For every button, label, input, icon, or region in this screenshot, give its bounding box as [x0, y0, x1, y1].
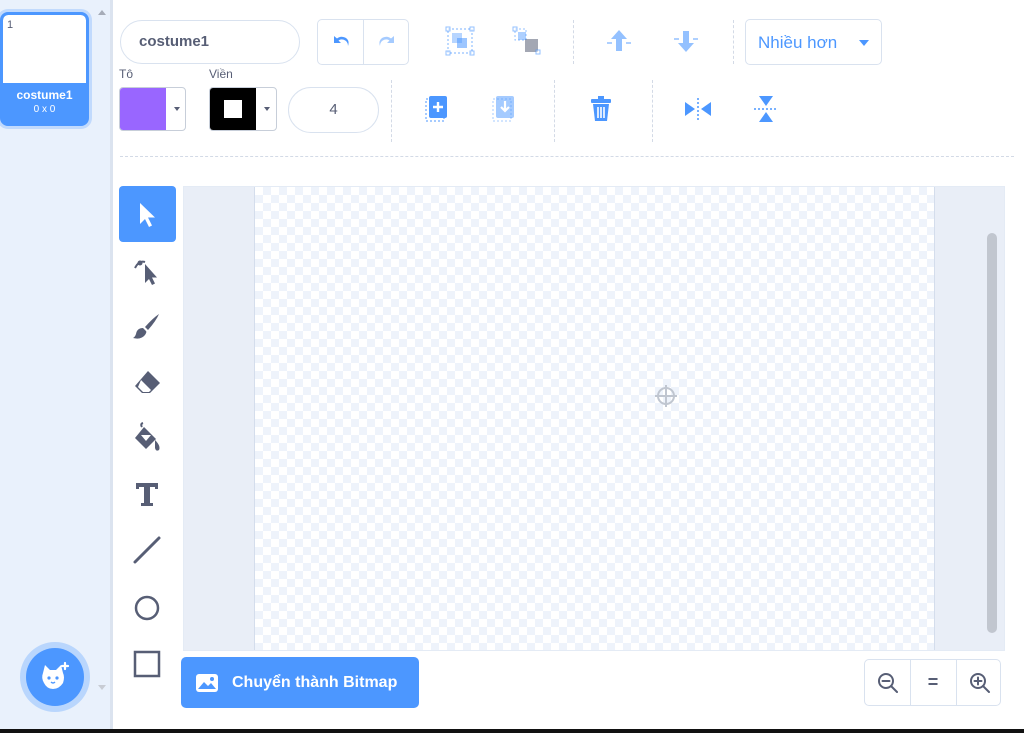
- tool-brush[interactable]: [119, 298, 176, 354]
- costume-list-scrollbar[interactable]: [93, 0, 110, 733]
- chevron-down-icon: [859, 40, 869, 46]
- fill-color-picker[interactable]: [119, 87, 186, 131]
- costume-number: 1: [7, 19, 14, 31]
- reshape-icon: [134, 260, 157, 285]
- copy-button[interactable]: [421, 92, 455, 126]
- paint-bucket-icon: [135, 422, 160, 451]
- tool-line[interactable]: [119, 522, 176, 578]
- backward-button[interactable]: [669, 24, 703, 58]
- fill-label: Tô: [119, 67, 134, 81]
- brush-icon: [133, 314, 159, 339]
- delete-button[interactable]: [584, 92, 618, 126]
- toolbar-separator: [554, 80, 555, 142]
- convert-to-bitmap-label: Chuyển thành Bitmap: [232, 674, 398, 691]
- zoom-reset-button[interactable]: =: [910, 660, 955, 705]
- group-button[interactable]: [443, 24, 477, 58]
- image-icon: [196, 674, 218, 692]
- flip-horizontal-button[interactable]: [681, 92, 715, 126]
- tool-eraser[interactable]: [119, 354, 176, 410]
- fill-color-swatch: [120, 88, 166, 130]
- chevron-down-icon: [174, 107, 180, 111]
- tool-circle[interactable]: [119, 578, 176, 634]
- zoom-out-icon: [878, 673, 898, 693]
- paste-button[interactable]: [488, 92, 522, 126]
- rectangle-icon: [133, 650, 161, 678]
- add-costume-button[interactable]: [26, 648, 84, 706]
- toolbar-separator: [573, 20, 574, 64]
- flip-vertical-button[interactable]: [749, 92, 783, 126]
- outline-swatch-inner: [224, 100, 242, 118]
- stroke-width-input[interactable]: 4: [288, 87, 379, 133]
- window-bottom-edge: [0, 729, 1024, 733]
- ungroup-icon: [512, 26, 541, 55]
- zoom-out-button[interactable]: [865, 660, 910, 705]
- scroll-up-arrow-icon[interactable]: [98, 10, 106, 15]
- tool-rectangle[interactable]: [119, 634, 176, 690]
- paint-editor: costume1 Nhiều hơn Tô Viền 4 Chuyển thàn…: [113, 0, 1024, 733]
- more-dropdown[interactable]: Nhiều hơn: [745, 19, 882, 65]
- arrow-up-icon: [607, 30, 631, 51]
- convert-to-bitmap-button[interactable]: Chuyển thành Bitmap: [181, 657, 419, 708]
- text-icon: [136, 483, 158, 506]
- chevron-down-icon: [264, 107, 270, 111]
- tool-reshape[interactable]: [119, 242, 176, 298]
- arrow-down-icon: [674, 31, 698, 52]
- flip-vertical-icon: [754, 96, 778, 122]
- costume-thumbnail: 1: [3, 15, 86, 83]
- ungroup-button[interactable]: [510, 24, 544, 58]
- copy-icon: [425, 96, 447, 122]
- undo-button[interactable]: [318, 20, 364, 64]
- costume-name: costume1: [16, 88, 73, 102]
- zoom-reset-label: =: [927, 672, 939, 692]
- toolbar-separator: [652, 80, 653, 142]
- group-icon: [445, 26, 475, 56]
- redo-icon: [379, 36, 394, 46]
- tool-select[interactable]: [119, 186, 176, 242]
- canvas-scrollbar[interactable]: [987, 233, 997, 633]
- redo-button[interactable]: [364, 20, 410, 64]
- zoom-in-icon: [970, 673, 990, 693]
- toolbar-divider: [120, 156, 1014, 157]
- costume-list: 1 costume1 0 x 0: [0, 0, 93, 733]
- zoom-in-button[interactable]: [956, 660, 1001, 705]
- cat-add-icon: [42, 661, 70, 689]
- zoom-controls: =: [864, 659, 1001, 706]
- circle-icon: [134, 595, 160, 621]
- outline-color-swatch: [210, 88, 256, 130]
- costume-size: 0 x 0: [33, 104, 56, 115]
- costume-name-input[interactable]: costume1: [120, 20, 300, 64]
- paste-icon: [492, 96, 514, 122]
- line-icon: [133, 536, 161, 564]
- select-arrow-icon: [140, 203, 155, 227]
- flip-horizontal-icon: [685, 98, 711, 120]
- toolbar-separator: [733, 20, 734, 64]
- eraser-icon: [135, 371, 160, 393]
- scroll-down-arrow-icon[interactable]: [98, 685, 106, 690]
- outline-label: Viền: [209, 67, 233, 81]
- outline-color-picker[interactable]: [209, 87, 277, 131]
- more-label: Nhiều hơn: [758, 33, 838, 52]
- undo-icon: [334, 36, 349, 46]
- undo-redo-group: [317, 19, 409, 65]
- tool-text[interactable]: [119, 466, 176, 522]
- trash-icon: [591, 96, 611, 121]
- tool-fill[interactable]: [119, 410, 176, 466]
- drawing-canvas[interactable]: [254, 187, 935, 650]
- costume-card[interactable]: 1 costume1 0 x 0: [0, 12, 89, 126]
- forward-button[interactable]: [602, 24, 636, 58]
- canvas-frame: [183, 186, 1005, 651]
- toolbar-separator: [391, 80, 392, 142]
- crosshair-icon: [655, 385, 677, 407]
